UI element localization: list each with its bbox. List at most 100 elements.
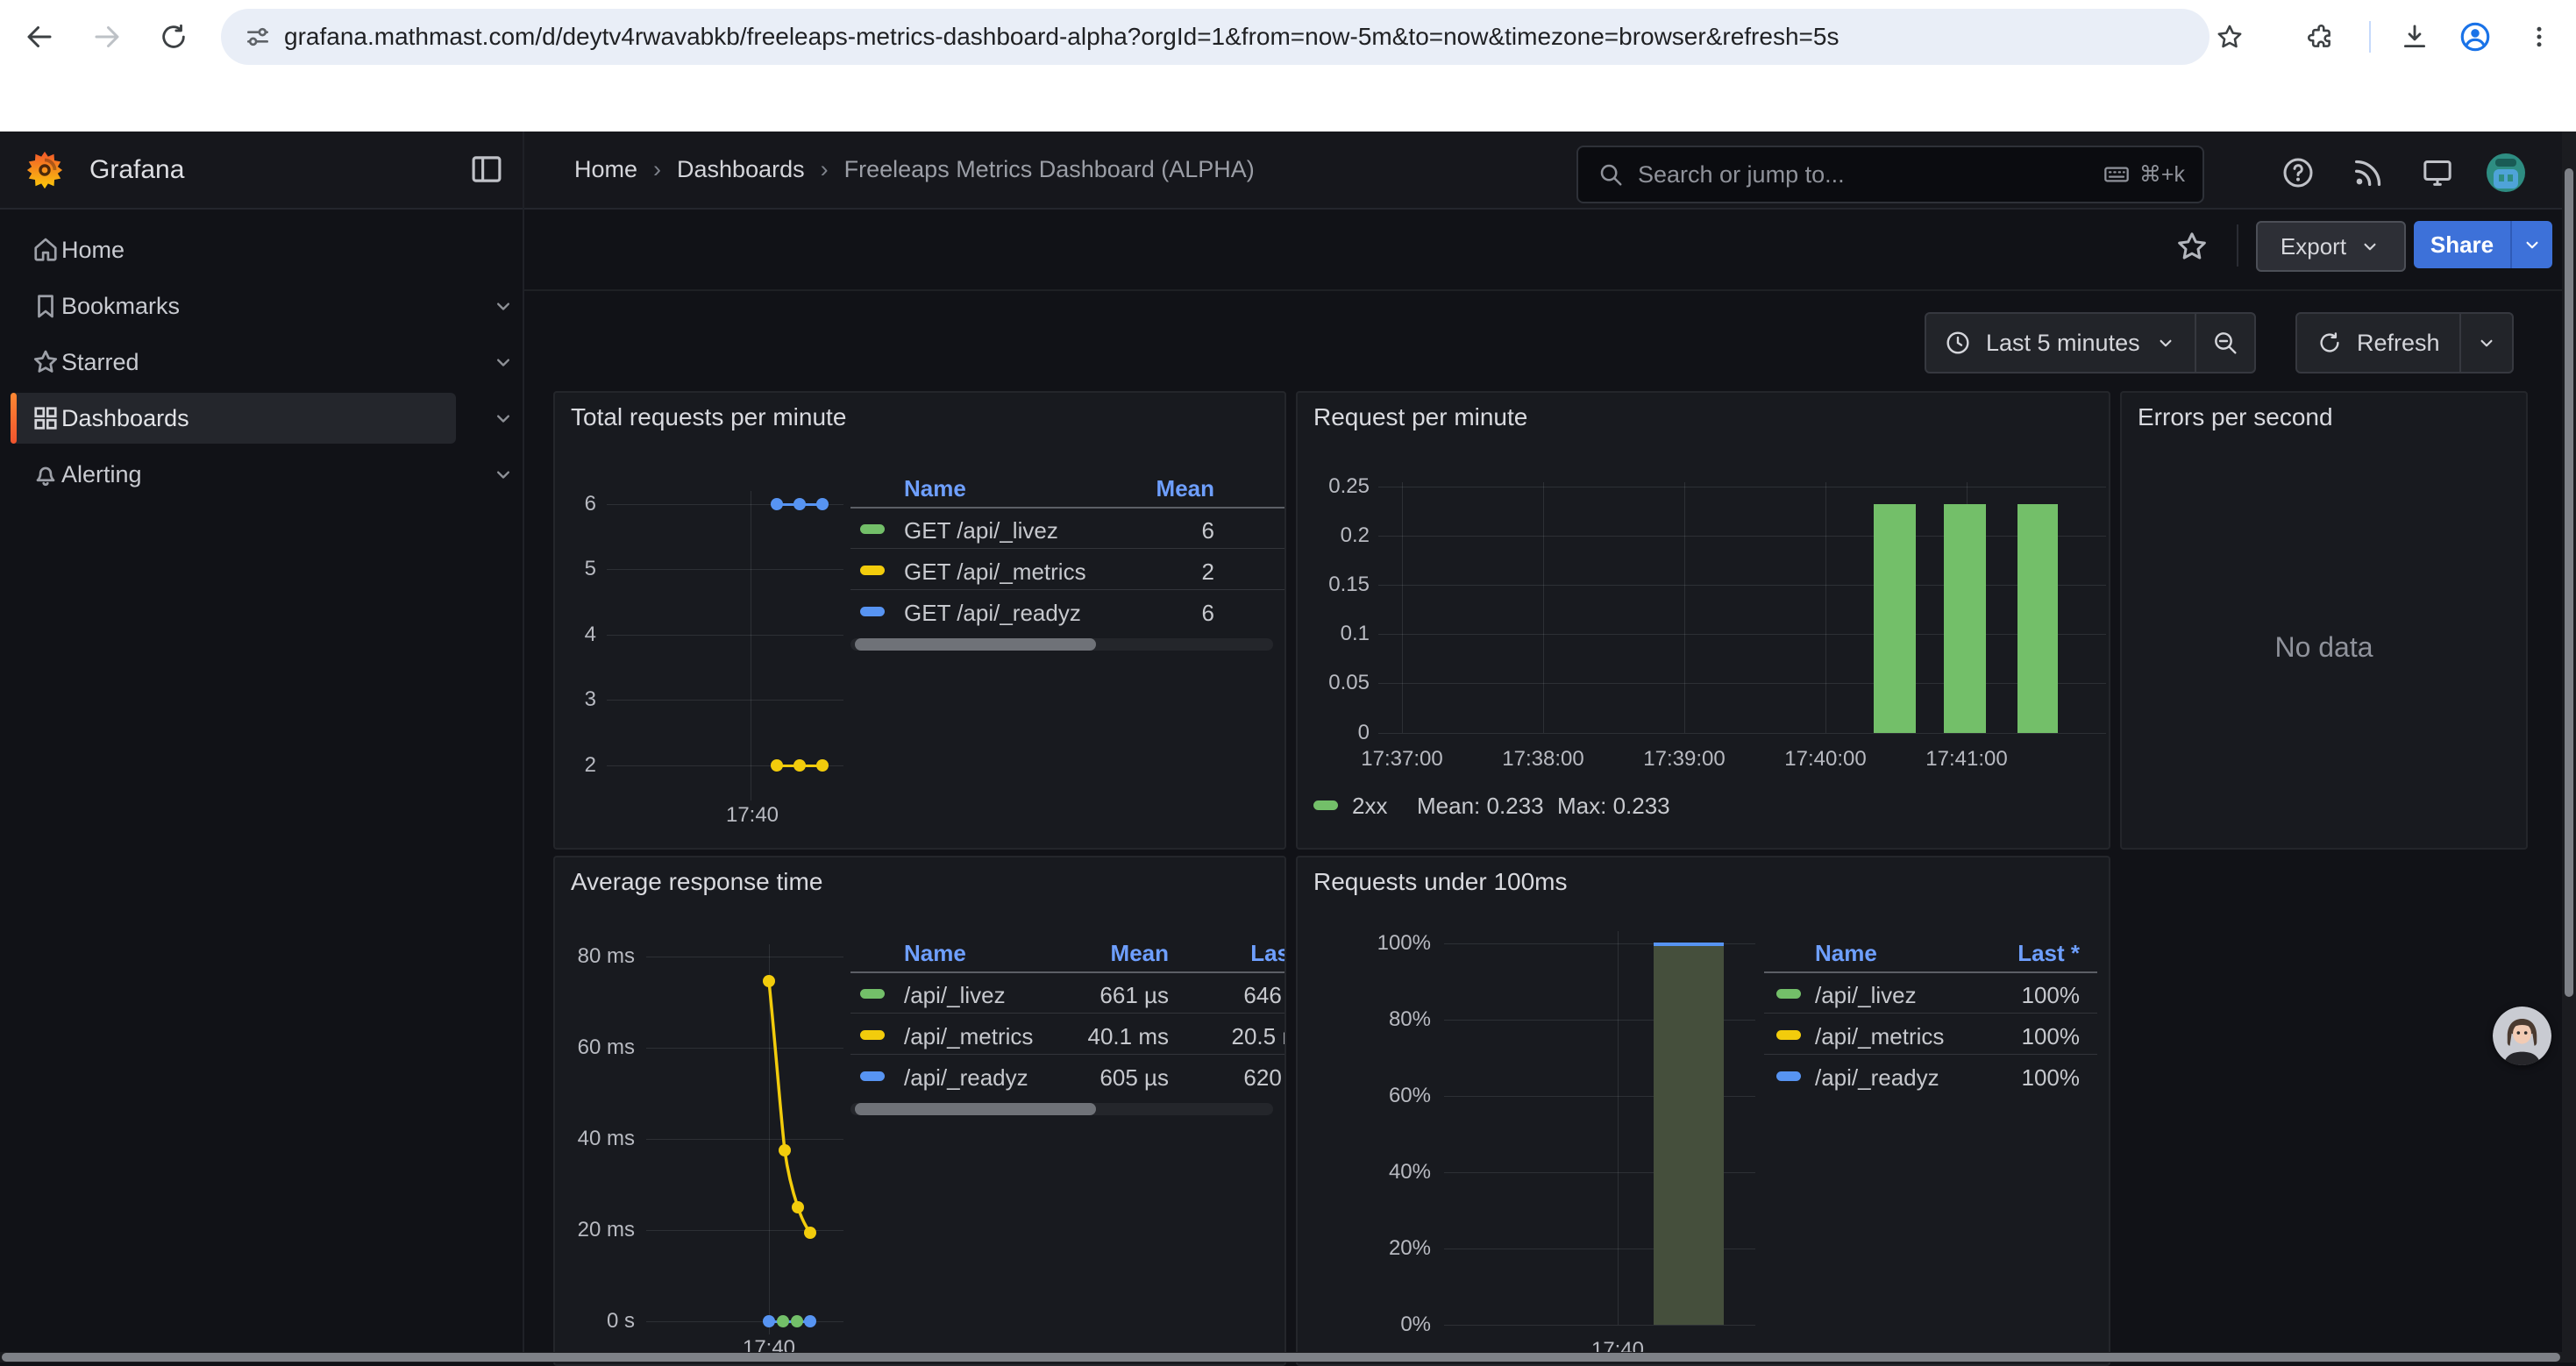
legend-mean-value: 2 xyxy=(1083,558,1214,586)
sidebar-item-starred[interactable]: Starred xyxy=(11,337,456,388)
legend-series-name[interactable]: /api/_readyz xyxy=(904,1064,1028,1092)
toolbar-divider xyxy=(2369,21,2371,53)
sidebar-item-label: Starred xyxy=(61,349,139,376)
y-tick: 2 xyxy=(559,753,596,778)
assistant-avatar-widget[interactable] xyxy=(2493,1007,2551,1065)
user-avatar[interactable] xyxy=(2487,153,2525,192)
time-range-picker[interactable]: Last 5 minutes xyxy=(1926,314,2195,372)
legend-mean-value: 661 µs xyxy=(1037,982,1169,1009)
download-icon xyxy=(2400,22,2430,52)
legend-row-separator xyxy=(850,1054,1286,1055)
legend-series-name[interactable]: GET /api/_livez xyxy=(904,517,1058,544)
horizontal-scrollbar-thumb[interactable] xyxy=(2,1353,2560,1362)
extensions-button[interactable] xyxy=(2301,18,2339,56)
sidebar-item-dashboards[interactable]: Dashboards xyxy=(11,393,456,444)
legend-series-name[interactable]: /api/_livez xyxy=(904,982,1006,1009)
monitor-icon xyxy=(2420,155,2455,190)
site-settings-icon[interactable] xyxy=(244,23,272,51)
vertical-scrollbar-thumb[interactable] xyxy=(2565,168,2573,997)
back-arrow-icon xyxy=(24,21,55,53)
panel-title[interactable]: Average response time xyxy=(571,868,822,896)
panel-requests-under-100ms[interactable]: Requests under 100ms 100% 80% 60% 40% 20… xyxy=(1296,856,2110,1366)
legend-header-mean[interactable]: Mean xyxy=(1037,940,1169,967)
browser-forward-button[interactable] xyxy=(88,18,126,56)
legend-series-name[interactable]: GET /api/_readyz xyxy=(904,600,1081,627)
zoom-out-time-button[interactable] xyxy=(2196,314,2254,372)
refresh-interval-button[interactable] xyxy=(2461,314,2512,372)
panel-errors-per-second[interactable]: Errors per second No data xyxy=(2120,391,2528,850)
screen-share-button[interactable] xyxy=(2420,155,2455,190)
panel-request-per-minute[interactable]: Request per minute 0.25 0.2 0.15 0.1 0.0… xyxy=(1296,391,2110,850)
legend-row-separator xyxy=(1764,1013,2097,1014)
sidebar-item-alerting[interactable]: Alerting xyxy=(11,449,456,500)
star-dashboard-button[interactable] xyxy=(2174,229,2210,264)
browser-profile-button[interactable] xyxy=(2456,18,2494,56)
y-tick: 0.05 xyxy=(1308,671,1370,695)
gridline xyxy=(607,700,843,701)
address-bar[interactable]: grafana.mathmast.com/d/deytv4rwavabkb/fr… xyxy=(221,9,2210,65)
legend-series-name[interactable]: GET /api/_metrics xyxy=(904,558,1086,586)
browser-menu-button[interactable] xyxy=(2520,18,2558,56)
legend-header-mean[interactable]: Mean xyxy=(1083,475,1214,502)
export-button[interactable]: Export xyxy=(2256,221,2406,272)
news-button[interactable] xyxy=(2351,155,2386,190)
chevron-down-icon[interactable] xyxy=(491,462,516,487)
avatar-art xyxy=(2499,174,2504,181)
gridline xyxy=(1402,482,1403,733)
data-point xyxy=(777,1315,789,1327)
chevron-down-icon[interactable] xyxy=(491,350,516,374)
gridline xyxy=(1618,931,1619,1325)
refresh-label: Refresh xyxy=(2357,330,2440,357)
bookmark-page-button[interactable] xyxy=(2210,18,2249,56)
legend-header-name[interactable]: Name xyxy=(904,475,966,502)
sidebar-item-label: Home xyxy=(61,237,125,264)
bar-2xx xyxy=(1944,504,1986,733)
series-color-pill xyxy=(860,1071,885,1081)
gridline xyxy=(607,635,843,636)
legend-series-name[interactable]: /api/_metrics xyxy=(1815,1023,1944,1050)
x-tick: 17:39:00 xyxy=(1627,747,1741,772)
breadcrumb-dashboards[interactable]: Dashboards xyxy=(677,156,805,183)
panel-avg-response-time[interactable]: Average response time 80 ms 60 ms 40 ms … xyxy=(553,856,1286,1366)
refresh-button[interactable]: Refresh xyxy=(2297,314,2459,372)
legend-mean-value: 6 xyxy=(1083,517,1214,544)
legend-header-underline xyxy=(850,507,1286,509)
chevron-down-icon[interactable] xyxy=(491,406,516,430)
panel-total-requests[interactable]: Total requests per minute 6 5 4 3 2 17:4… xyxy=(553,391,1286,850)
share-menu-button[interactable] xyxy=(2512,221,2552,268)
chevron-down-icon[interactable] xyxy=(491,294,516,318)
panel-title[interactable]: Request per minute xyxy=(1313,403,1527,431)
legend-scrollbar-thumb[interactable] xyxy=(855,1103,1096,1115)
sidebar-item-bookmarks[interactable]: Bookmarks xyxy=(11,281,456,331)
series-color-pill xyxy=(1313,800,1338,810)
help-button[interactable] xyxy=(2281,155,2316,190)
legend-last-value: 620 µs xyxy=(1181,1064,1286,1092)
browser-back-button[interactable] xyxy=(20,18,59,56)
puzzle-icon xyxy=(2305,22,2335,52)
legend-header-name[interactable]: Name xyxy=(1815,940,1877,967)
x-tick: 17:41:00 xyxy=(1910,747,2024,772)
legend-series-name[interactable]: 2xx xyxy=(1352,793,1387,820)
legend-series-name[interactable]: /api/_metrics xyxy=(904,1023,1033,1050)
legend-header-last[interactable]: Last * xyxy=(1966,940,2080,967)
search-input[interactable]: Search or jump to... ⌘+k xyxy=(1576,146,2204,203)
legend-header-last[interactable]: Last * xyxy=(1181,940,1286,967)
legend-scrollbar-thumb[interactable] xyxy=(855,638,1096,651)
panel-title[interactable]: Total requests per minute xyxy=(571,403,846,431)
share-button[interactable]: Share xyxy=(2414,221,2510,268)
browser-reload-button[interactable] xyxy=(154,18,193,56)
mega-menu-dock-toggle[interactable] xyxy=(468,151,505,188)
legend-series-name[interactable]: /api/_livez xyxy=(1815,982,1917,1009)
breadcrumb-home[interactable]: Home xyxy=(574,156,637,183)
legend-series-name[interactable]: /api/_readyz xyxy=(1815,1064,1939,1092)
legend-header-name[interactable]: Name xyxy=(904,940,966,967)
sidebar-item-home[interactable]: Home xyxy=(11,224,456,275)
series-color-pill xyxy=(860,989,885,999)
downloads-button[interactable] xyxy=(2395,18,2434,56)
panel-title[interactable]: Requests under 100ms xyxy=(1313,868,1568,896)
search-shortcut: ⌘+k xyxy=(2139,161,2185,188)
panel-title[interactable]: Errors per second xyxy=(2138,403,2333,431)
profile-icon xyxy=(2459,20,2492,53)
grafana-brand[interactable]: Grafana xyxy=(25,132,184,208)
legend-header-underline xyxy=(1764,971,2097,973)
